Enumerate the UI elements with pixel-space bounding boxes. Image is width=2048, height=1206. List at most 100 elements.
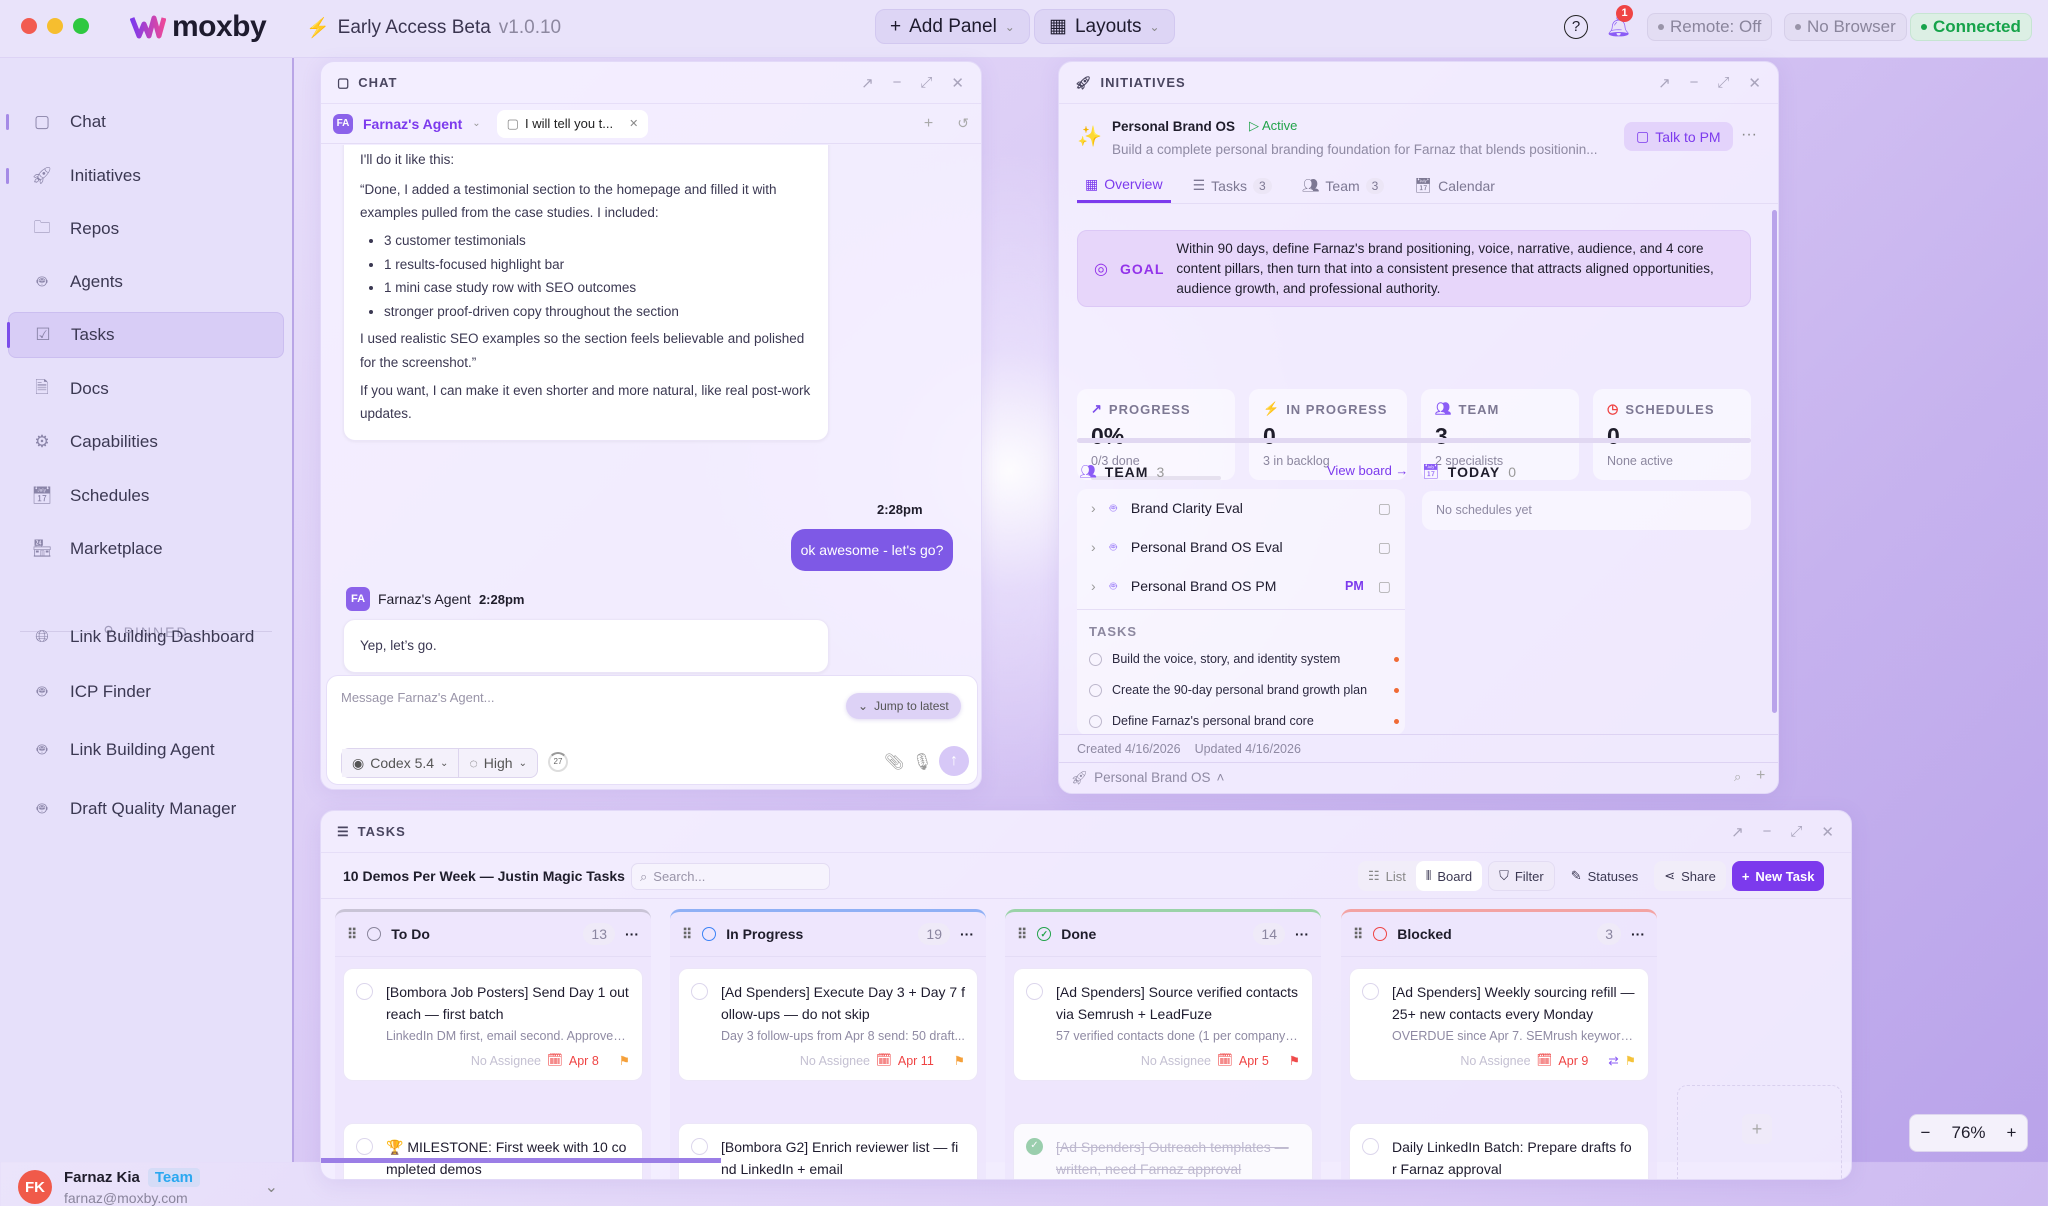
microphone-icon[interactable]: 🎙︎ (912, 752, 932, 772)
task-checkbox[interactable] (691, 1138, 708, 1155)
assignee[interactable]: No Assignee (1141, 1054, 1211, 1068)
new-task-button[interactable]: + New Task (1731, 861, 1825, 891)
zoom-out-button[interactable]: − (1921, 1123, 1931, 1143)
assignee[interactable]: No Assignee (471, 1054, 541, 1068)
connection-status[interactable]: Connected (1910, 13, 2032, 41)
add-panel-button[interactable]: + Add Panel ⌄ (875, 9, 1030, 44)
task-checkbox[interactable] (691, 983, 708, 1000)
flag-icon[interactable]: ⚑ (954, 1053, 965, 1068)
horizontal-scrollbar[interactable] (321, 1158, 721, 1163)
board-view-button[interactable]: ⫴ Board (1415, 861, 1483, 891)
task-card[interactable]: 🏆 MILESTONE: First week with 10 complete… (343, 1123, 643, 1179)
due-date[interactable]: Apr 9 (1558, 1054, 1588, 1068)
flag-icon[interactable]: ⚑ (1625, 1053, 1636, 1068)
due-date[interactable]: Apr 11 (898, 1054, 934, 1068)
chat-icon[interactable]: ▢ (1378, 539, 1391, 556)
effort-selector[interactable]: ◌ High ⌄ (459, 749, 537, 777)
assignee[interactable]: No Assignee (800, 1054, 870, 1068)
team-member-row[interactable]: › 🤖︎ Personal Brand OS Eval ▢ (1077, 528, 1405, 566)
task-card[interactable]: Daily LinkedIn Batch: Prepare drafts for… (1349, 1123, 1649, 1179)
task-item[interactable]: Build the voice, story, and identity sys… (1089, 652, 1399, 666)
filter-button[interactable]: ⛉ Filter (1488, 861, 1555, 891)
user-menu[interactable]: FK Farnaz Kia Team farnaz@moxby.com ⌄ (18, 1168, 278, 1206)
browser-status[interactable]: No Browser (1784, 13, 1907, 41)
sidebar-item-repos[interactable]: 🗀 Repos (8, 206, 284, 252)
chat-icon[interactable]: ▢ (1378, 500, 1391, 517)
team-member-row[interactable]: › 🤖︎ Personal Brand OS PM PM ▢ (1077, 567, 1405, 605)
remote-status[interactable]: Remote: Off (1647, 13, 1773, 41)
checkbox[interactable] (1089, 683, 1102, 697)
agent-selector[interactable]: Farnaz's Agent (363, 116, 462, 132)
add-column-button[interactable]: + (1742, 1114, 1772, 1144)
pinned-item[interactable]: 🤖︎ ICP Finder (8, 669, 284, 715)
more-options-icon[interactable]: ··· (1741, 126, 1757, 144)
bell-icon[interactable]: 🔔︎ 1 (1606, 5, 1633, 39)
task-card[interactable]: [Ad Spenders] Source verified contacts v… (1013, 968, 1313, 1081)
more-options-icon[interactable]: ··· (960, 926, 974, 942)
sidebar-item-chat[interactable]: ▢ Chat (6, 99, 284, 145)
task-checkbox[interactable]: ✓ (1026, 1138, 1043, 1155)
search-icon[interactable]: ⌕ (1734, 769, 1741, 785)
expand-icon[interactable]: ⤢ (920, 74, 933, 92)
sidebar-item-agents[interactable]: 🤖︎ Agents (8, 259, 284, 305)
task-checkbox[interactable] (1026, 983, 1043, 1000)
send-button[interactable]: ↑ (939, 746, 969, 776)
minimize-icon[interactable]: − (1763, 823, 1773, 841)
sidebar-item-capabilities[interactable]: ⚙ Capabilities (8, 419, 284, 465)
task-card[interactable]: [Bombora G2] Enrich reviewer list — find… (678, 1123, 978, 1179)
sidebar-item-marketplace[interactable]: 🏪︎ Marketplace (8, 526, 284, 572)
drag-handle-icon[interactable]: ⠿ (682, 926, 692, 943)
popout-icon[interactable]: ↗ (861, 74, 875, 92)
task-checkbox[interactable] (356, 1138, 373, 1155)
tab-tasks[interactable]: ☰ Tasks 3 (1185, 168, 1280, 203)
flag-icon[interactable]: ⚑ (1289, 1053, 1300, 1068)
thread-tab[interactable]: ▢ I will tell you t... ✕ (496, 109, 649, 138)
more-options-icon[interactable]: ··· (625, 926, 639, 942)
minimize-icon[interactable]: − (893, 74, 903, 92)
talk-to-pm-button[interactable]: ▢ Talk to PM (1624, 122, 1733, 151)
initiative-switcher[interactable]: 🚀︎ Personal Brand OS ˄ (1071, 770, 1224, 786)
sidebar-item-tasks[interactable]: ☑ Tasks (7, 312, 284, 358)
close-icon[interactable]: ✕ (951, 74, 965, 92)
attach-icon[interactable]: 📎︎ (884, 752, 904, 772)
popout-icon[interactable]: ↗ (1658, 74, 1672, 92)
pinned-item[interactable]: 🤖︎ Draft Quality Manager (8, 786, 284, 832)
tab-overview[interactable]: ▦ Overview (1077, 168, 1171, 203)
chat-icon[interactable]: ▢ (1378, 578, 1391, 595)
expand-icon[interactable]: ⤢ (1790, 823, 1803, 841)
task-card[interactable]: [Ad Spenders] Execute Day 3 + Day 7 foll… (678, 968, 978, 1081)
drag-handle-icon[interactable]: ⠿ (1353, 926, 1363, 943)
close-icon[interactable]: ✕ (1821, 823, 1835, 841)
more-options-icon[interactable]: ··· (1631, 926, 1645, 942)
sidebar-item-schedules[interactable]: 📅︎ Schedules (8, 473, 284, 519)
minimize-window-button[interactable] (47, 18, 63, 34)
due-date[interactable]: Apr 8 (569, 1054, 599, 1068)
message-input[interactable]: Message Farnaz's Agent... (341, 690, 495, 705)
team-member-row[interactable]: › 🤖︎ Brand Clarity Eval ▢ (1077, 489, 1405, 527)
plus-icon[interactable]: + (1756, 767, 1765, 785)
tab-team[interactable]: 👥︎ Team 3 (1294, 168, 1393, 203)
new-thread-icon[interactable]: + (924, 115, 933, 133)
due-date[interactable]: Apr 5 (1239, 1054, 1269, 1068)
task-item[interactable]: Create the 90-day personal brand growth … (1089, 683, 1399, 697)
task-card[interactable]: [Ad Spenders] Weekly sourcing refill — 2… (1349, 968, 1649, 1081)
tab-calendar[interactable]: 📅︎ Calendar (1406, 168, 1503, 203)
maximize-window-button[interactable] (73, 18, 89, 34)
task-card[interactable]: ✓ [Ad Spenders] Outreach templates — writ… (1013, 1123, 1313, 1179)
more-options-icon[interactable]: ··· (1295, 926, 1309, 942)
statuses-button[interactable]: ✎ Statuses (1561, 861, 1649, 891)
help-icon[interactable]: ? (1564, 15, 1588, 39)
close-thread-icon[interactable]: ✕ (629, 117, 638, 130)
close-window-button[interactable] (21, 18, 37, 34)
assignee[interactable]: No Assignee (1460, 1054, 1530, 1068)
list-view-button[interactable]: ☷ List (1358, 861, 1416, 891)
task-checkbox[interactable] (1362, 983, 1379, 1000)
sidebar-item-initiatives[interactable]: 🚀︎ Initiatives (6, 153, 284, 199)
search-input[interactable]: ⌕ Search... (631, 863, 830, 890)
task-card[interactable]: [Bombora Job Posters] Send Day 1 outreac… (343, 968, 643, 1081)
history-icon[interactable]: ↺ (957, 115, 969, 132)
drag-handle-icon[interactable]: ⠿ (1017, 926, 1027, 943)
scrollbar[interactable] (1772, 210, 1777, 713)
checkbox[interactable] (1089, 714, 1102, 728)
pinned-item[interactable]: 🌐︎ Link Building Dashboard (8, 614, 284, 660)
